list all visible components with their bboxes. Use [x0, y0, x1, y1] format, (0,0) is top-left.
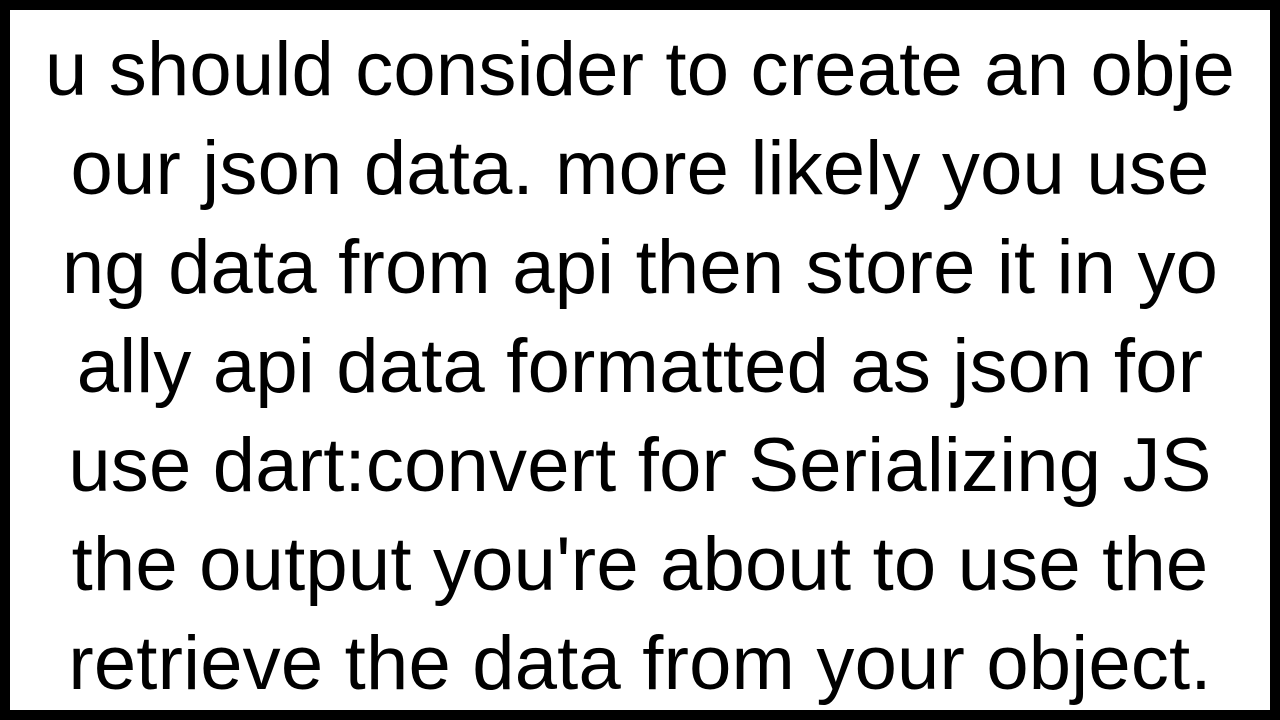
text-line-5: use dart:convert for Serializing JS [68, 423, 1211, 508]
document-frame: u should consider to create an obje our … [0, 0, 1280, 720]
text-line-7: retrieve the data from your object. [68, 621, 1211, 706]
text-line-2: our json data. more likely you use [71, 126, 1210, 211]
body-text: u should consider to create an obje our … [0, 20, 1280, 713]
text-line-4: ally api data formatted as json for [77, 324, 1203, 409]
text-line-6: the output you're about to use the [72, 522, 1209, 607]
text-line-3: ng data from api then store it in yo [62, 225, 1218, 310]
text-line-1: u should consider to create an obje [45, 27, 1235, 112]
